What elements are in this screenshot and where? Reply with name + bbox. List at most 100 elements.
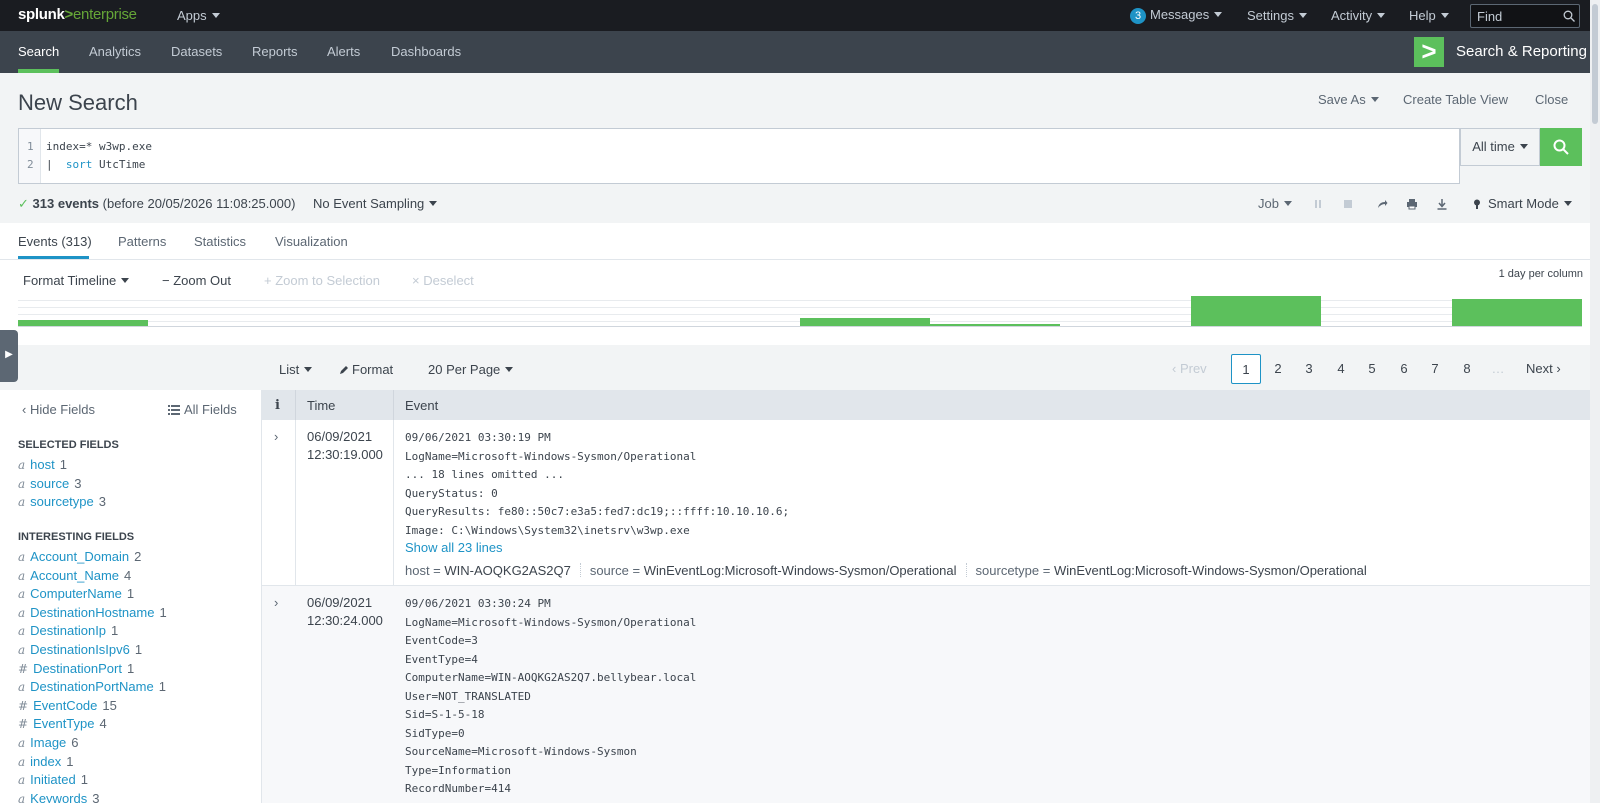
field-name[interactable]: host xyxy=(30,457,55,472)
field-name[interactable]: Keywords xyxy=(30,791,87,803)
field-item[interactable]: a Account_Name 4 xyxy=(18,568,131,583)
print-icon[interactable] xyxy=(1406,198,1418,210)
field-item[interactable]: a Account_Domain 2 xyxy=(18,549,141,564)
time-column-header[interactable]: Time xyxy=(307,398,335,413)
field-name[interactable]: Image xyxy=(30,735,66,750)
next-page-button[interactable]: Next › xyxy=(1526,354,1561,384)
timeline-bar[interactable] xyxy=(800,318,930,326)
field-name[interactable]: sourcetype xyxy=(30,494,94,509)
field-item[interactable]: a index 1 xyxy=(18,754,73,769)
app-name[interactable]: Search & Reporting xyxy=(1456,43,1587,60)
field-name[interactable]: Account_Name xyxy=(30,568,119,583)
field-name[interactable]: EventCode xyxy=(33,698,97,713)
page-4-button[interactable]: 4 xyxy=(1326,354,1356,384)
expand-event-icon[interactable]: › xyxy=(274,429,278,444)
zoom-out-button[interactable]: − Zoom Out xyxy=(162,273,231,288)
nav-tab-analytics[interactable]: Analytics xyxy=(89,44,141,59)
tab-patterns[interactable]: Patterns xyxy=(118,234,166,249)
field-name[interactable]: ComputerName xyxy=(30,586,122,601)
field-name[interactable]: source xyxy=(30,476,69,491)
nav-tab-reports[interactable]: Reports xyxy=(252,44,298,59)
timeline-bar[interactable] xyxy=(1452,299,1582,326)
field-item[interactable]: a DestinationHostname 1 xyxy=(18,605,167,620)
search-editor[interactable]: 1 2 index=* w3wp.exe | sort UtcTime xyxy=(18,128,1460,184)
messages-menu[interactable]: 3 Messages xyxy=(1130,7,1222,24)
tab-statistics[interactable]: Statistics xyxy=(194,234,246,249)
deselect-button[interactable]: × Deselect xyxy=(412,273,474,288)
find-input[interactable] xyxy=(1477,8,1557,24)
field-name[interactable]: DestinationIsIpv6 xyxy=(30,642,130,657)
timeline-bar[interactable] xyxy=(18,320,148,326)
close-button[interactable]: Close xyxy=(1535,92,1568,107)
time-range-picker[interactable]: All time xyxy=(1460,128,1540,166)
field-item[interactable]: a sourcetype 3 xyxy=(18,494,106,509)
page-scrollbar[interactable] xyxy=(1590,0,1600,803)
timeline-bar[interactable] xyxy=(1191,296,1321,326)
field-name[interactable]: DestinationIp xyxy=(30,623,106,638)
list-view-menu[interactable]: List xyxy=(279,362,312,377)
field-name[interactable]: EventType xyxy=(33,716,94,731)
tab-visualization[interactable]: Visualization xyxy=(275,234,348,249)
nav-tab-dashboards[interactable]: Dashboards xyxy=(391,44,461,59)
field-item[interactable]: a Image 6 xyxy=(18,735,79,750)
field-name[interactable]: DestinationPortName xyxy=(30,679,154,694)
nav-tab-alerts[interactable]: Alerts xyxy=(327,44,360,59)
format-timeline-menu[interactable]: Format Timeline xyxy=(23,273,129,288)
page-8-button[interactable]: 8 xyxy=(1452,354,1482,384)
apps-menu[interactable]: Apps xyxy=(177,8,220,23)
sidebar-toggle-handle[interactable]: ▶ xyxy=(0,330,18,382)
event-sampling-menu[interactable]: No Event Sampling xyxy=(313,196,437,211)
share-icon[interactable] xyxy=(1376,198,1388,210)
field-name[interactable]: DestinationHostname xyxy=(30,605,154,620)
search-query-line-1[interactable]: index=* w3wp.exe xyxy=(46,140,152,153)
activity-menu[interactable]: Activity xyxy=(1331,8,1385,23)
event-time[interactable]: 06/09/2021 12:30:19.000 xyxy=(307,428,383,464)
page-1-button[interactable]: 1 xyxy=(1231,354,1261,384)
field-name[interactable]: DestinationPort xyxy=(33,661,122,676)
per-page-menu[interactable]: 20 Per Page xyxy=(428,362,513,377)
create-table-view-button[interactable]: Create Table View xyxy=(1403,92,1508,107)
field-item[interactable]: a Keywords 3 xyxy=(18,791,99,803)
scrollbar-thumb[interactable] xyxy=(1592,4,1598,124)
field-item[interactable]: a DestinationIp 1 xyxy=(18,623,118,638)
page-6-button[interactable]: 6 xyxy=(1389,354,1419,384)
hide-fields-button[interactable]: ‹ Hide Fields xyxy=(22,402,95,417)
field-name[interactable]: Initiated xyxy=(30,772,76,787)
job-menu[interactable]: Job xyxy=(1258,196,1292,211)
timeline-bar[interactable] xyxy=(930,324,1060,326)
field-item[interactable]: a host 1 xyxy=(18,457,67,472)
settings-menu[interactable]: Settings xyxy=(1247,8,1307,23)
stop-icon[interactable] xyxy=(1342,198,1354,210)
nav-tab-search[interactable]: Search xyxy=(18,44,59,59)
format-button[interactable]: Format xyxy=(339,362,393,377)
field-item[interactable]: # EventCode 15 xyxy=(18,698,117,713)
splunk-logo[interactable]: splunk>enterprise xyxy=(18,6,137,23)
search-icon[interactable] xyxy=(1563,10,1575,22)
expand-event-icon[interactable]: › xyxy=(274,595,278,610)
field-item[interactable]: a DestinationPortName 1 xyxy=(18,679,166,694)
pause-icon[interactable] xyxy=(1312,198,1324,210)
field-item[interactable]: a source 3 xyxy=(18,476,81,491)
search-button[interactable] xyxy=(1540,128,1582,166)
help-menu[interactable]: Help xyxy=(1409,8,1449,23)
field-name[interactable]: index xyxy=(30,754,61,769)
nav-tab-datasets[interactable]: Datasets xyxy=(171,44,222,59)
field-item[interactable]: a ComputerName 1 xyxy=(18,586,134,601)
sourcetype-value[interactable]: WinEventLog:Microsoft-Windows-Sysmon/Ope… xyxy=(1054,563,1367,578)
field-item[interactable]: a Initiated 1 xyxy=(18,772,88,787)
tab-events[interactable]: Events (313) xyxy=(18,234,92,249)
field-item[interactable]: # DestinationPort 1 xyxy=(18,661,134,676)
event-time[interactable]: 06/09/2021 12:30:24.000 xyxy=(307,594,383,630)
page-3-button[interactable]: 3 xyxy=(1294,354,1324,384)
host-value[interactable]: WIN-AOQKG2AS2Q7 xyxy=(444,563,570,578)
export-icon[interactable] xyxy=(1436,198,1448,210)
search-query-line-2[interactable]: | sort UtcTime xyxy=(46,158,145,171)
field-name[interactable]: Account_Domain xyxy=(30,549,129,564)
field-item[interactable]: a DestinationIsIpv6 1 xyxy=(18,642,142,657)
field-item[interactable]: # EventType 4 xyxy=(18,716,107,731)
prev-page-button[interactable]: ‹ Prev xyxy=(1172,354,1207,384)
show-all-lines-link[interactable]: Show all 23 lines xyxy=(405,540,503,555)
save-as-menu[interactable]: Save As xyxy=(1318,92,1379,107)
search-mode-menu[interactable]: Smart Mode xyxy=(1488,196,1572,211)
source-value[interactable]: WinEventLog:Microsoft-Windows-Sysmon/Ope… xyxy=(644,563,957,578)
